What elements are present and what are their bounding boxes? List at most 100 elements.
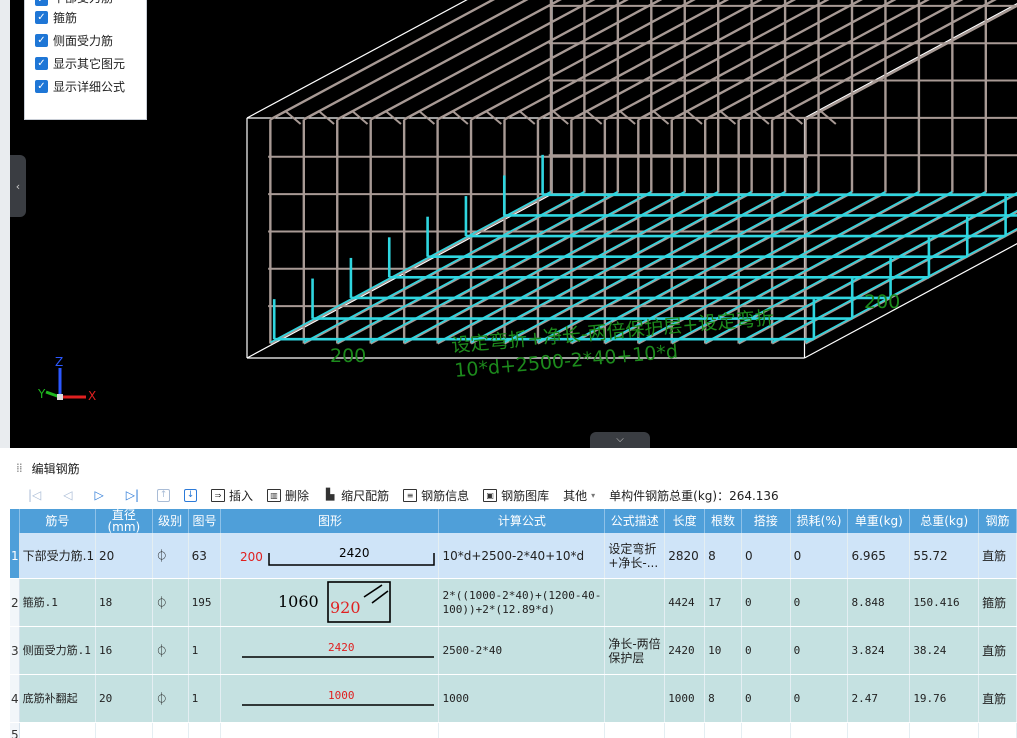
empty-cell[interactable] xyxy=(741,722,791,738)
checkbox-checked-icon[interactable]: ✓ xyxy=(35,0,48,6)
column-header[interactable]: 根数 xyxy=(704,509,742,533)
column-header[interactable]: 直径(mm) xyxy=(95,509,153,533)
scale-rebar-button[interactable]: ▙ 缩尺配筋 xyxy=(317,484,395,506)
column-header[interactable]: 计算公式 xyxy=(438,509,606,533)
empty-cell[interactable] xyxy=(220,722,440,738)
cell-type[interactable]: 箍筋 xyxy=(978,578,1017,627)
checkbox-checked-icon[interactable]: ✓ xyxy=(35,11,48,24)
delete-button[interactable]: ▥ 删除 xyxy=(261,484,315,506)
cell-name[interactable]: 底筋补翻起 xyxy=(19,674,97,723)
cell-total[interactable]: 150.416 xyxy=(909,578,980,627)
cell-unit[interactable]: 2.47 xyxy=(847,674,911,723)
next-record-button[interactable]: ▷ xyxy=(85,484,114,506)
rebar-library-button[interactable]: ▣ 钢筋图库 xyxy=(477,484,555,506)
move-down-button[interactable]: ↓ xyxy=(178,484,203,506)
checkbox-checked-icon[interactable]: ✓ xyxy=(35,57,48,70)
cell-name[interactable]: 箍筋.1 xyxy=(19,578,97,627)
column-header[interactable]: 钢筋 xyxy=(978,509,1017,533)
cell-desc[interactable] xyxy=(604,578,666,627)
collapse-bottom-button[interactable]: ⌵ xyxy=(590,432,650,448)
cell-lap[interactable]: 0 xyxy=(741,674,791,723)
table-row[interactable]: 4 底筋补翻起 20 ⏀ 1 1000 1000 1000 8 0 0 2.47 19.76 直筋 xyxy=(10,674,1017,723)
empty-cell[interactable] xyxy=(909,722,980,738)
table-row[interactable]: 2 箍筋.1 18 ⏀ 195 1060 920 2*((1000-2*40)+(1200-4… xyxy=(10,578,1017,627)
cell-unit[interactable]: 8.848 xyxy=(847,578,911,627)
empty-cell[interactable] xyxy=(664,722,706,738)
cell-count[interactable]: 17 xyxy=(704,578,742,627)
cell-dia[interactable]: 16 xyxy=(95,626,153,675)
cell-formula[interactable]: 2*((1000-2*40)+(1200-40-100))+2*(12.89*d… xyxy=(438,578,606,627)
cell-type[interactable]: 直筋 xyxy=(978,674,1017,723)
column-header[interactable]: 图号 xyxy=(188,509,222,533)
cell-loss[interactable]: 0 xyxy=(790,674,849,723)
display-option-1[interactable]: ✓ 箍筋 xyxy=(35,6,146,29)
cell-grade[interactable]: ⏀ xyxy=(152,626,189,675)
row-number[interactable]: 1 xyxy=(10,533,20,579)
column-header[interactable]: 长度 xyxy=(664,509,706,533)
cell-loss[interactable]: 0 xyxy=(790,533,849,579)
empty-cell[interactable] xyxy=(604,722,666,738)
cell-lap[interactable]: 0 xyxy=(741,533,791,579)
cell-desc[interactable]: 净长-两倍保护层 xyxy=(604,626,666,675)
shape-cell[interactable]: 1060 920 xyxy=(220,578,440,627)
collapse-left-button[interactable]: ‹ xyxy=(10,155,26,217)
cell-name[interactable]: 侧面受力筋.1 xyxy=(19,626,97,675)
cell-length[interactable]: 1000 xyxy=(664,674,706,723)
display-option-4[interactable]: ✓ 显示详细公式 xyxy=(35,75,146,98)
cell-formula[interactable]: 2500-2*40 xyxy=(438,626,606,675)
drag-grip-icon[interactable]: ⁞⁞ xyxy=(16,461,23,475)
cell-total[interactable]: 19.76 xyxy=(909,674,980,723)
cell-lap[interactable]: 0 xyxy=(741,578,791,627)
cell-type[interactable]: 直筋 xyxy=(978,533,1017,579)
shape-cell[interactable]: 1000 xyxy=(220,674,440,723)
row-number[interactable]: 2 xyxy=(10,578,20,627)
empty-cell[interactable] xyxy=(978,722,1017,738)
column-header[interactable]: 单重(kg) xyxy=(847,509,911,533)
row-number[interactable]: 4 xyxy=(10,674,20,723)
cell-dia[interactable]: 20 xyxy=(95,674,153,723)
table-row[interactable]: 3 侧面受力筋.1 16 ⏀ 1 2420 2500-2*40 净长-两倍保护层 2420 10 0… xyxy=(10,626,1017,675)
column-header[interactable]: 图形 xyxy=(220,509,440,533)
table-row[interactable]: 1 下部受力筋.1 20 ⏀ 63 200 2420 10*d+2500-2*40+10*d 设… xyxy=(10,533,1017,579)
cell-fig[interactable]: 195 xyxy=(188,578,222,627)
cell-length[interactable]: 2420 xyxy=(664,626,706,675)
cell-type[interactable]: 直筋 xyxy=(978,626,1017,675)
cell-unit[interactable]: 6.965 xyxy=(847,533,911,579)
column-header[interactable]: 总重(kg) xyxy=(909,509,980,533)
cell-formula[interactable]: 10*d+2500-2*40+10*d xyxy=(438,533,606,579)
cell-desc[interactable]: 设定弯折+净长-... xyxy=(604,533,666,579)
first-record-button[interactable]: |◁ xyxy=(18,484,51,506)
cell-length[interactable]: 2820 xyxy=(664,533,706,579)
table-row[interactable]: 5 xyxy=(10,722,1017,738)
cell-count[interactable]: 8 xyxy=(704,533,742,579)
empty-cell[interactable] xyxy=(152,722,189,738)
shape-cell[interactable]: 200 2420 xyxy=(220,533,440,579)
other-dropdown[interactable]: 其他 ▾ xyxy=(557,484,601,506)
cell-fig[interactable]: 1 xyxy=(188,626,222,675)
shape-cell[interactable]: 2420 xyxy=(220,626,440,675)
rebar-3d-scene[interactable]: 200 200 设定弯折+净长-两倍保护层+设定弯折 10*d+2500-2*4… xyxy=(0,0,1017,448)
cell-lap[interactable]: 0 xyxy=(741,626,791,675)
empty-cell[interactable] xyxy=(847,722,911,738)
last-record-button[interactable]: ▷| xyxy=(116,484,149,506)
cell-desc[interactable] xyxy=(604,674,666,723)
cell-formula[interactable]: 1000 xyxy=(438,674,606,723)
cell-grade[interactable]: ⏀ xyxy=(152,578,189,627)
column-header[interactable]: 搭接 xyxy=(741,509,791,533)
cell-grade[interactable]: ⏀ xyxy=(152,533,189,579)
empty-cell[interactable] xyxy=(438,722,606,738)
empty-cell[interactable] xyxy=(19,722,97,738)
cell-total[interactable]: 55.72 xyxy=(909,533,980,579)
column-header[interactable]: 筋号 xyxy=(19,509,97,533)
empty-cell[interactable] xyxy=(704,722,742,738)
column-header[interactable]: 损耗(%) xyxy=(790,509,849,533)
insert-button[interactable]: ⇒ 插入 xyxy=(205,484,259,506)
column-header[interactable]: 级别 xyxy=(152,509,189,533)
empty-cell[interactable] xyxy=(95,722,153,738)
cell-count[interactable]: 10 xyxy=(704,626,742,675)
cell-length[interactable]: 4424 xyxy=(664,578,706,627)
cell-total[interactable]: 38.24 xyxy=(909,626,980,675)
prev-record-button[interactable]: ◁ xyxy=(53,484,82,506)
cell-grade[interactable]: ⏀ xyxy=(152,674,189,723)
cell-loss[interactable]: 0 xyxy=(790,578,849,627)
